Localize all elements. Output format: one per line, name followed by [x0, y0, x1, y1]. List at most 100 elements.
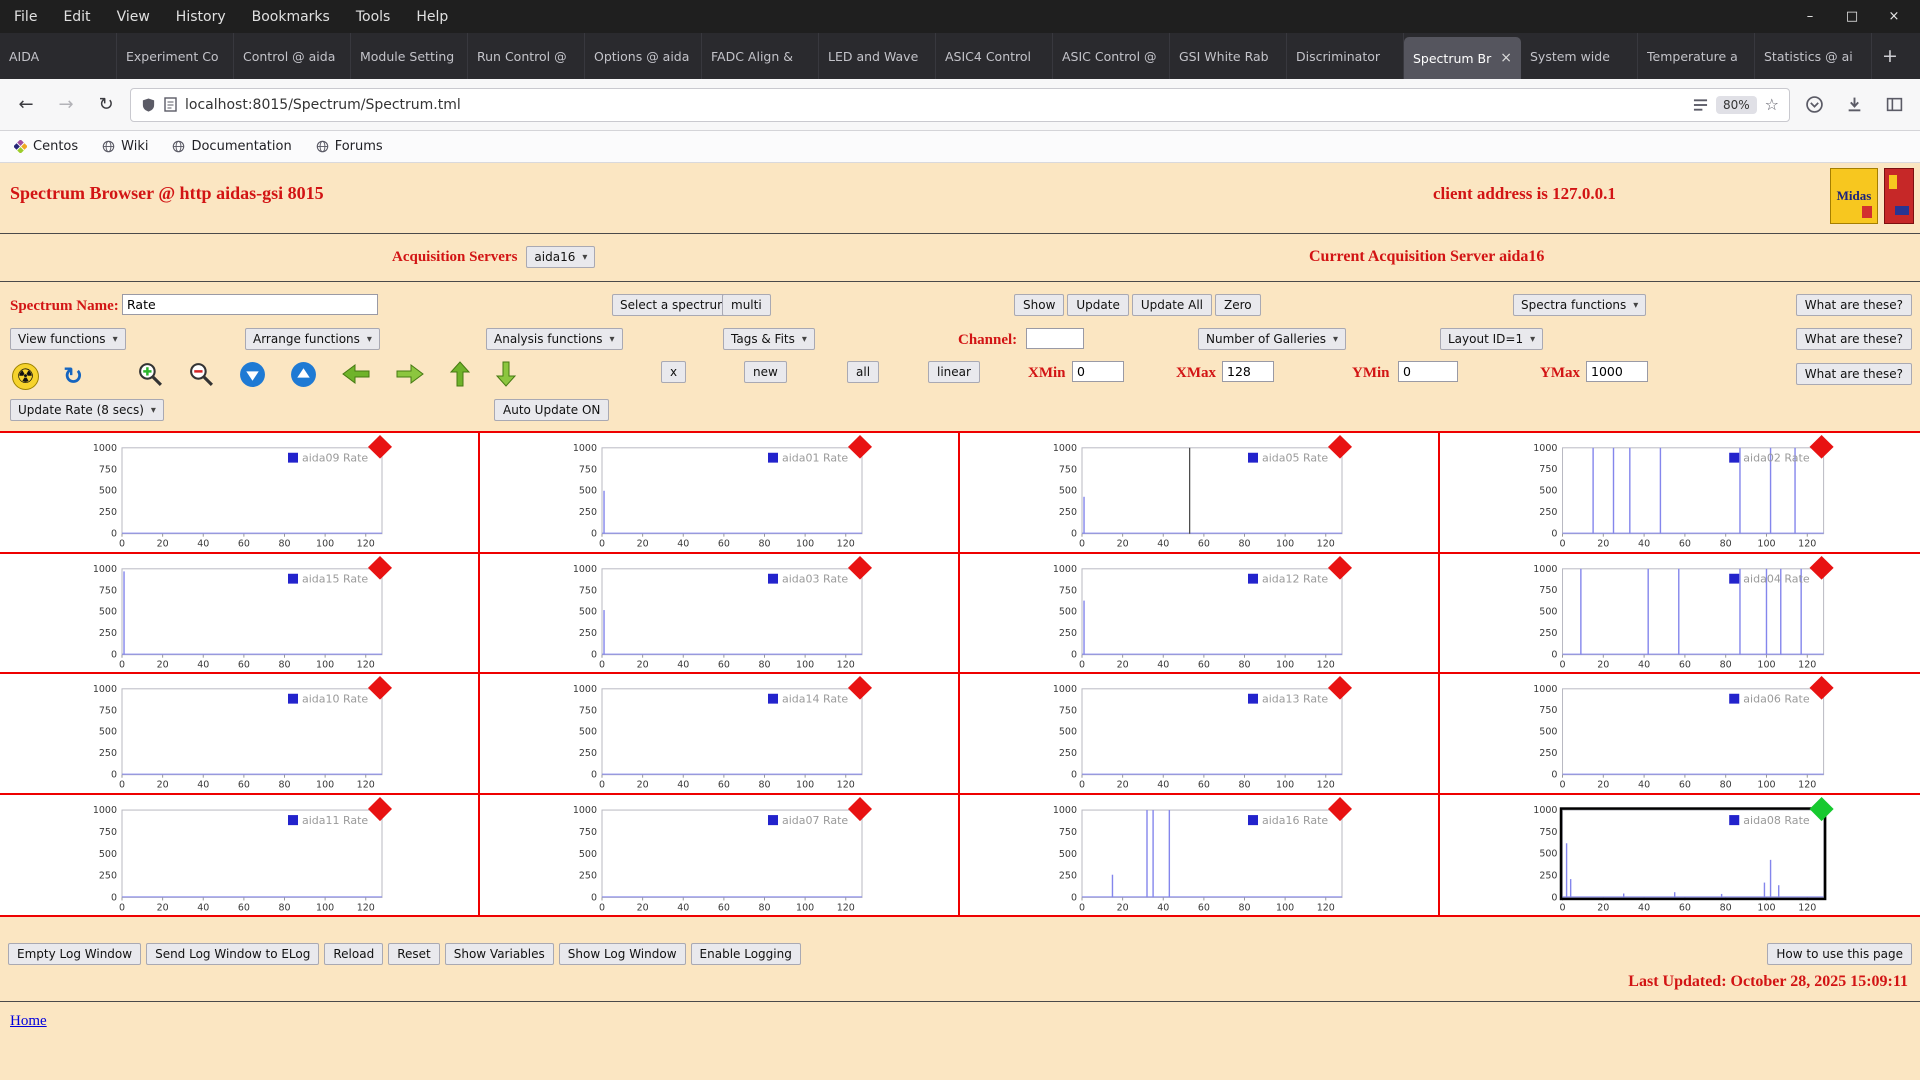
bookmark-wiki[interactable]: Wiki — [102, 139, 148, 154]
tab-close-icon[interactable]: × — [1500, 50, 1512, 66]
tab-module-setting[interactable]: Module Setting — [351, 33, 468, 79]
gallery-cell-aida11[interactable]: 02505007501000020406080100120aida11 Rate — [0, 795, 480, 916]
spectrum-plot-aida11[interactable]: 02505007501000020406080100120aida11 Rate — [0, 795, 478, 916]
menu-edit[interactable]: Edit — [63, 9, 90, 25]
bookmark-star-icon[interactable]: ☆ — [1765, 95, 1779, 114]
ymin-input[interactable] — [1398, 361, 1458, 382]
new-button[interactable]: new — [744, 361, 787, 383]
menu-bookmarks[interactable]: Bookmarks — [252, 9, 330, 25]
reset-button[interactable]: Reset — [388, 943, 440, 965]
zoom-out-icon[interactable] — [188, 361, 215, 392]
forward-button[interactable]: → — [50, 89, 82, 121]
reload-button[interactable]: ↻ — [90, 89, 122, 121]
spectrum-plot-aida02[interactable]: 02505007501000020406080100120aida02 Rate — [1440, 433, 1920, 552]
linear-button[interactable]: linear — [928, 361, 980, 383]
tab-led-and-wave[interactable]: LED and Wave — [819, 33, 936, 79]
spectrum-plot-aida09[interactable]: 02505007501000020406080100120aida09 Rate — [0, 433, 478, 552]
tab-system-wide[interactable]: System wide — [1521, 33, 1638, 79]
spectrum-plot-aida07[interactable]: 02505007501000020406080100120aida07 Rate — [480, 795, 958, 916]
url-bar[interactable]: localhost:8015/Spectrum/Spectrum.tml 80%… — [130, 88, 1790, 122]
how-to-use-button[interactable]: How to use this page — [1767, 943, 1912, 965]
spectrum-plot-aida06[interactable]: 02505007501000020406080100120aida06 Rate — [1440, 674, 1920, 793]
acquisition-server-select[interactable]: aida16▾ — [526, 246, 595, 268]
spectrum-plot-aida03[interactable]: 02505007501000020406080100120aida03 Rate — [480, 554, 958, 673]
multi-button[interactable]: multi — [722, 294, 771, 316]
empty-log-window-button[interactable]: Empty Log Window — [8, 943, 141, 965]
tab-options-aida[interactable]: Options @ aida — [585, 33, 702, 79]
menu-view[interactable]: View — [117, 9, 150, 25]
send-log-window-to-elog-button[interactable]: Send Log Window to ELog — [146, 943, 319, 965]
xmin-input[interactable] — [1072, 361, 1124, 382]
arrow-left-icon[interactable] — [341, 363, 371, 389]
new-tab-button[interactable]: + — [1872, 33, 1908, 79]
zero-button[interactable]: Zero — [1215, 294, 1261, 316]
maximize-button[interactable]: □ — [1844, 9, 1860, 24]
update-all-button[interactable]: Update All — [1132, 294, 1212, 316]
gallery-cell-aida05[interactable]: 02505007501000020406080100120aida05 Rate — [960, 433, 1440, 554]
tab-spectrum-br[interactable]: Spectrum Br× — [1404, 37, 1521, 79]
tab-experiment-co[interactable]: Experiment Co — [117, 33, 234, 79]
arrow-up-icon[interactable] — [449, 360, 471, 392]
ymax-input[interactable] — [1586, 361, 1648, 382]
tab-temperature-a[interactable]: Temperature a — [1638, 33, 1755, 79]
spectrum-plot-aida04[interactable]: 02505007501000020406080100120aida04 Rate — [1440, 554, 1920, 673]
tab-fadc-align[interactable]: FADC Align & — [702, 33, 819, 79]
gallery-cell-aida06[interactable]: 02505007501000020406080100120aida06 Rate — [1440, 674, 1920, 795]
reload-button[interactable]: Reload — [324, 943, 383, 965]
gallery-cell-aida15[interactable]: 02505007501000020406080100120aida15 Rate — [0, 554, 480, 675]
gallery-cell-aida02[interactable]: 02505007501000020406080100120aida02 Rate — [1440, 433, 1920, 554]
scroll-down-icon[interactable] — [239, 361, 266, 392]
show-button[interactable]: Show — [1014, 294, 1064, 316]
show-variables-button[interactable]: Show Variables — [445, 943, 554, 965]
tab-aida[interactable]: AIDA — [0, 33, 117, 79]
arrange-functions-dropdown[interactable]: Arrange functions▾ — [245, 328, 380, 350]
zoom-in-icon[interactable] — [137, 361, 164, 392]
spectrum-name-input[interactable] — [122, 294, 378, 315]
tab-discriminator[interactable]: Discriminator — [1287, 33, 1404, 79]
spectrum-plot-aida01[interactable]: 02505007501000020406080100120aida01 Rate — [480, 433, 958, 552]
menu-file[interactable]: File — [14, 9, 37, 25]
back-button[interactable]: ← — [10, 89, 42, 121]
refresh-icon[interactable]: ↻ — [63, 362, 83, 390]
tab-control-aida[interactable]: Control @ aida — [234, 33, 351, 79]
bookmark-centos[interactable]: Centos — [14, 139, 78, 154]
analysis-functions-dropdown[interactable]: Analysis functions▾ — [486, 328, 623, 350]
enable-logging-button[interactable]: Enable Logging — [691, 943, 801, 965]
gallery-cell-aida16[interactable]: 02505007501000020406080100120aida16 Rate — [960, 795, 1440, 916]
close-button[interactable]: × — [1886, 9, 1902, 24]
show-log-window-button[interactable]: Show Log Window — [559, 943, 686, 965]
tab-run-control[interactable]: Run Control @ — [468, 33, 585, 79]
what-are-these-button[interactable]: What are these? — [1796, 294, 1912, 316]
spectrum-plot-aida05[interactable]: 02505007501000020406080100120aida05 Rate — [960, 433, 1438, 552]
update-rate-dropdown[interactable]: Update Rate (8 secs)▾ — [10, 399, 164, 421]
tags-fits-dropdown[interactable]: Tags & Fits▾ — [723, 328, 815, 350]
gallery-cell-aida12[interactable]: 02505007501000020406080100120aida12 Rate — [960, 554, 1440, 675]
spectrum-plot-aida16[interactable]: 02505007501000020406080100120aida16 Rate — [960, 795, 1438, 916]
radiation-icon[interactable]: ☢ — [12, 363, 39, 390]
spectrum-plot-aida08[interactable]: 02505007501000020406080100120aida08 Rate — [1440, 795, 1920, 916]
home-link[interactable]: Home — [10, 1013, 47, 1030]
minimize-button[interactable]: – — [1802, 9, 1818, 24]
gallery-cell-aida09[interactable]: 02505007501000020406080100120aida09 Rate — [0, 433, 480, 554]
gallery-cell-aida07[interactable]: 02505007501000020406080100120aida07 Rate — [480, 795, 960, 916]
gallery-cell-aida03[interactable]: 02505007501000020406080100120aida03 Rate — [480, 554, 960, 675]
gallery-cell-aida04[interactable]: 02505007501000020406080100120aida04 Rate — [1440, 554, 1920, 675]
gallery-cell-aida10[interactable]: 02505007501000020406080100120aida10 Rate — [0, 674, 480, 795]
what-are-these-button[interactable]: What are these? — [1796, 363, 1912, 385]
gallery-cell-aida08[interactable]: 02505007501000020406080100120aida08 Rate — [1440, 795, 1920, 916]
gallery-cell-aida14[interactable]: 02505007501000020406080100120aida14 Rate — [480, 674, 960, 795]
update-button[interactable]: Update — [1067, 294, 1128, 316]
arrow-right-icon[interactable] — [395, 363, 425, 389]
gallery-cell-aida13[interactable]: 02505007501000020406080100120aida13 Rate — [960, 674, 1440, 795]
scroll-up-icon[interactable] — [290, 361, 317, 392]
xmax-input[interactable] — [1222, 361, 1274, 382]
menu-history[interactable]: History — [176, 9, 226, 25]
zoom-level-badge[interactable]: 80% — [1716, 96, 1757, 114]
sidebar-icon[interactable] — [1878, 89, 1910, 121]
all-button[interactable]: all — [847, 361, 879, 383]
reader-view-icon[interactable] — [1693, 98, 1708, 112]
downloads-icon[interactable] — [1838, 89, 1870, 121]
spectrum-plot-aida15[interactable]: 02505007501000020406080100120aida15 Rate — [0, 554, 478, 673]
tab-statistics-ai[interactable]: Statistics @ ai — [1755, 33, 1872, 79]
tab-asic-control[interactable]: ASIC Control @ — [1053, 33, 1170, 79]
